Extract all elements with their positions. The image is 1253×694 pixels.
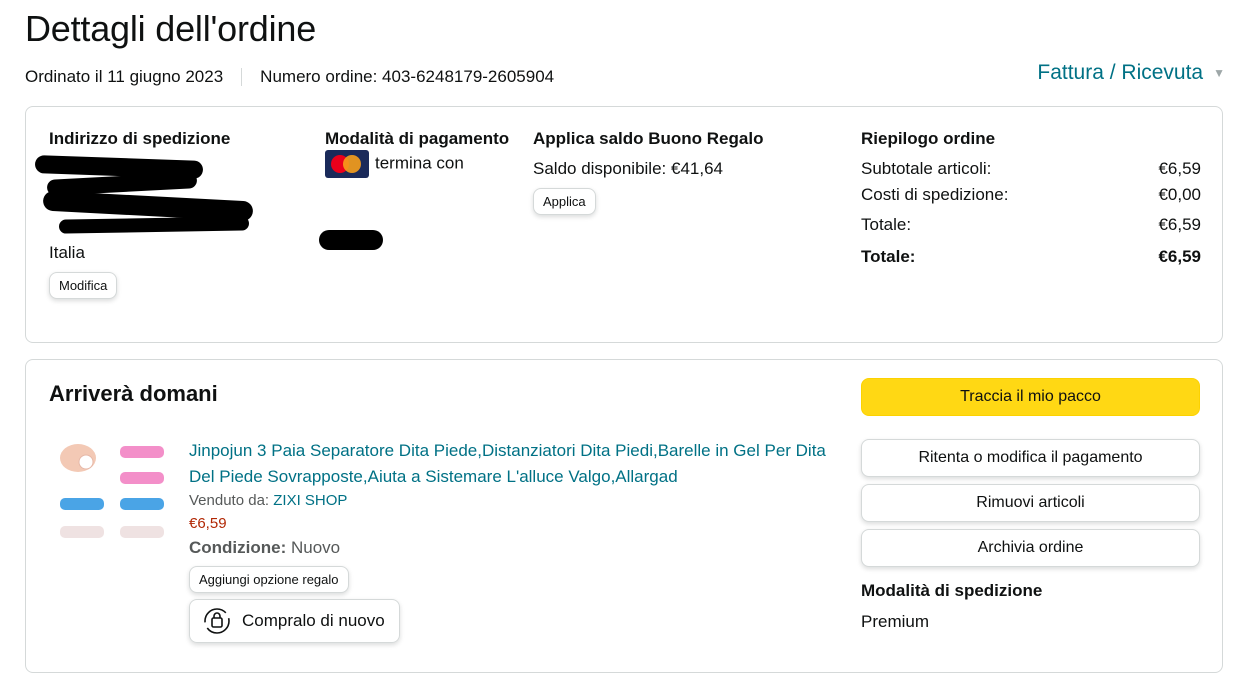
product-price: €6,59 [189,515,227,532]
summary-row-subtotal: Subtotale articoli: €6,59 [861,159,1201,178]
chevron-down-icon: ▼ [1213,66,1225,80]
payment-heading: Modalità di pagamento [325,129,510,148]
gift-card-heading: Applica saldo Buono Regalo [533,129,764,148]
product-title-link[interactable]: Jinpojun 3 Paia Separatore Dita Piede,Di… [189,438,829,490]
order-info-card: Indirizzo di spedizione Italia Modifica … [25,106,1223,343]
order-number: Numero ordine: 403-6248179-2605904 [260,67,555,86]
redacted-card-digits [319,230,383,250]
gift-card-balance: Saldo disponibile: €41,64 [533,159,723,178]
gift-card-section: Applica saldo Buono Regalo Saldo disponi… [533,126,833,215]
shipping-method-heading: Modalità di spedizione [861,581,1043,600]
summary-heading: Riepilogo ordine [861,129,996,148]
product-details: Jinpojun 3 Paia Separatore Dita Piede,Di… [189,438,829,643]
buy-again-button[interactable]: Compralo di nuovo [189,599,400,643]
retry-payment-button[interactable]: Ritenta o modifica il pagamento [861,439,1200,477]
track-package-button[interactable]: Traccia il mio pacco [861,378,1200,416]
summary-row-total: Totale: €6,59 [861,215,1201,234]
summary-row-grand-total: Totale: €6,59 [861,247,1201,266]
payment-section: Modalità di pagamento termina con [319,126,515,250]
product-image[interactable] [56,438,168,550]
shipment-card: Arriverà domani Jinpojun 3 Paia Separato… [25,359,1223,673]
shipping-method-section: Modalità di spedizione Premium [861,578,1042,635]
address-country: Italia [49,243,85,262]
shipping-address-heading: Indirizzo di spedizione [49,129,231,148]
edit-address-button[interactable]: Modifica [49,272,118,299]
delivery-status: Arriverà domani [49,381,218,406]
card-ending-label: termina con [375,153,464,173]
shipping-method-value: Premium [861,612,930,631]
summary-row-shipping: Costi di spedizione: €0,00 [861,185,1201,204]
apply-gift-card-button[interactable]: Applica [533,188,596,215]
order-date: Ordinato il 11 giugno 2023 [25,67,224,86]
redacted-address [34,152,279,240]
seller-line: Venduto da: ZIXI SHOP [189,492,348,509]
buy-again-icon [204,608,230,634]
archive-order-button[interactable]: Archivia ordine [861,529,1200,567]
shipping-address-section: Indirizzo di spedizione Italia Modifica [34,126,279,299]
mastercard-icon [325,150,369,178]
page-title: Dettagli dell'ordine [25,8,317,49]
payment-card-line: termina con [325,150,515,178]
seller-link[interactable]: ZIXI SHOP [273,492,347,509]
buy-again-label: Compralo di nuovo [242,611,385,630]
add-gift-option-button[interactable]: Aggiungi opzione regalo [189,566,349,593]
remove-items-button[interactable]: Rimuovi articoli [861,484,1200,522]
invoice-dropdown[interactable]: Fattura / Ricevuta ▼ [1037,61,1225,85]
order-summary: Riepilogo ordine Subtotale articoli: €6,5… [861,126,1201,270]
product-condition: Condizione: Nuovo [189,538,341,557]
divider [241,68,243,86]
order-meta: Ordinato il 11 giugno 2023 Numero ordine… [25,67,554,87]
invoice-label: Fattura / Ricevuta [1037,61,1204,84]
